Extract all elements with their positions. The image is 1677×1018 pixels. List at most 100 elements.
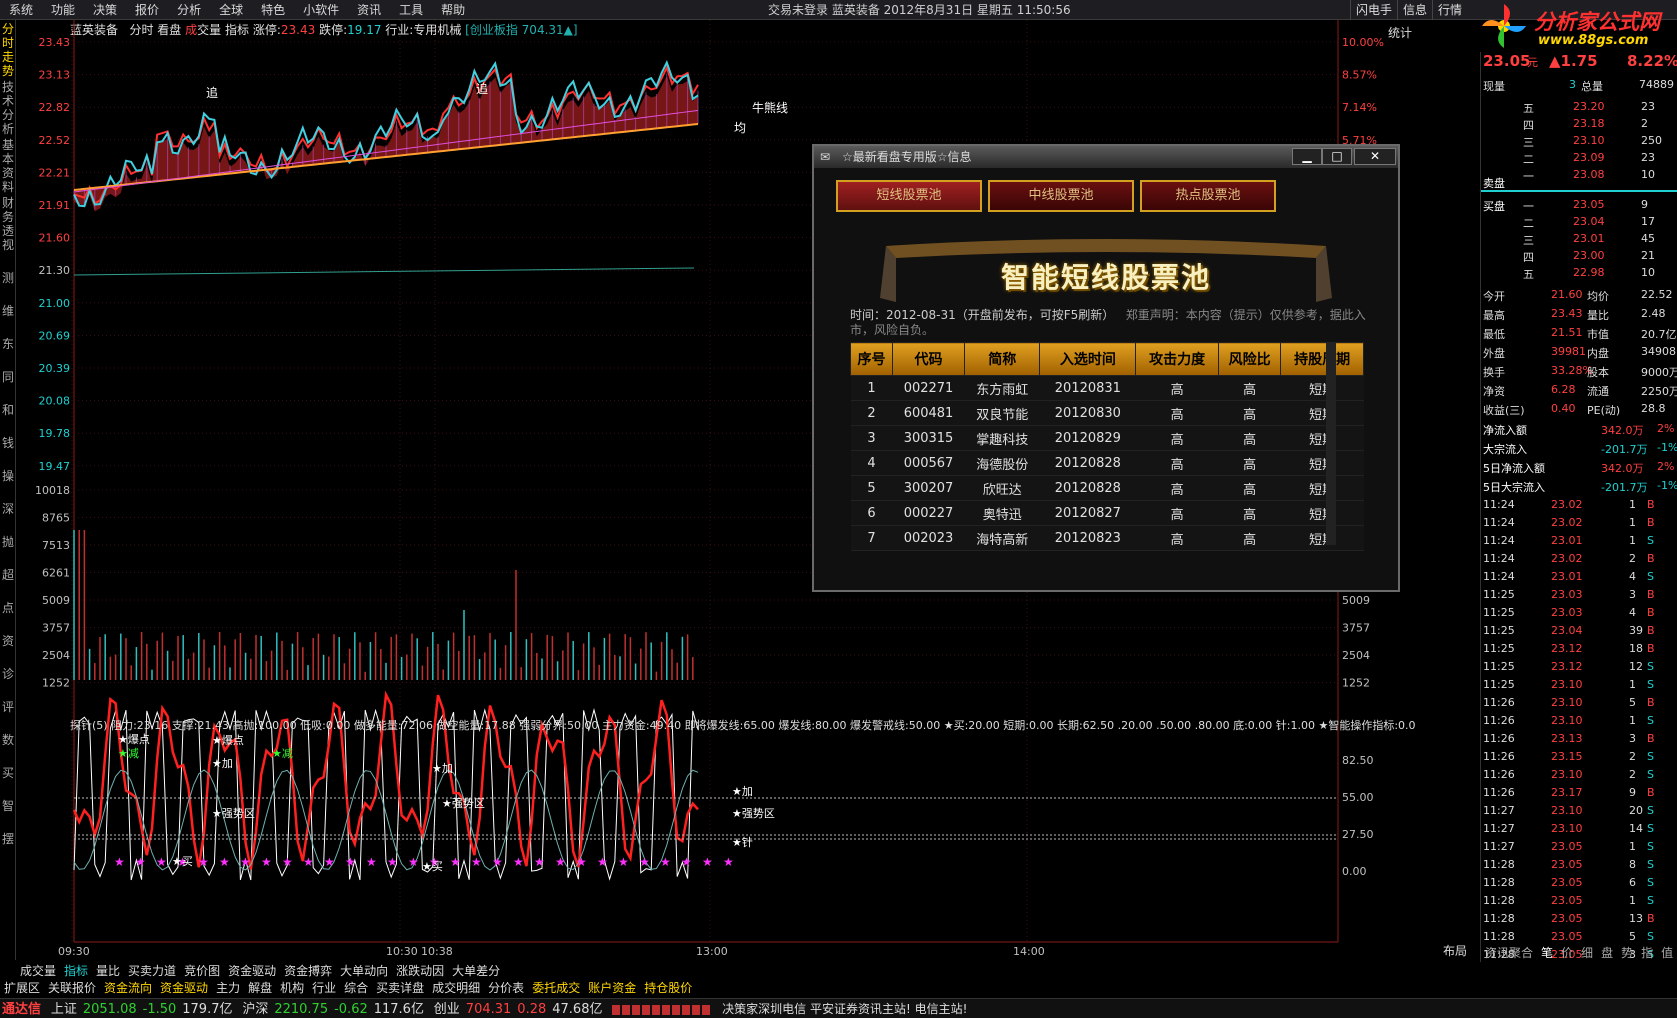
tab-mid-pool[interactable]: 中线股票池	[988, 180, 1134, 212]
left-tab-21[interactable]: 摆	[0, 832, 16, 846]
bid-row-3-c1: 23.00	[1573, 249, 1605, 262]
pool-row[interactable]: 1 002271 东方雨虹 20120831 高高短期	[850, 375, 1364, 401]
ext-tab-1[interactable]: 关联报价	[44, 980, 100, 996]
quote-tab-3[interactable]: 细	[1577, 944, 1597, 961]
pool-row[interactable]: 7 002023 海特高新 20120823 高高短期	[850, 525, 1364, 551]
ext-tab-4[interactable]: 主力	[212, 980, 244, 996]
tick-row-6-c3: B	[1647, 606, 1655, 619]
chart-tab-0[interactable]: 成交量	[16, 963, 60, 979]
menu-item-7[interactable]: 小软件	[294, 0, 348, 20]
left-tab-6[interactable]: 东	[0, 337, 16, 351]
sell-label-row: 卖盘	[1481, 173, 1677, 191]
tick-row-3-c2: 2	[1629, 552, 1636, 565]
pool-row[interactable]: 6 000227 奥特迅 20120827 高高短期	[850, 500, 1364, 526]
top-tabs: 闪电手 信息 行情	[1350, 0, 1467, 20]
pool-row[interactable]: 5 300207 欣旺达 20120828 高高短期	[850, 475, 1364, 501]
quote-tab-1[interactable]: 笔	[1537, 944, 1557, 961]
logo-url: www.88gs.com	[1538, 33, 1649, 48]
pool-row[interactable]: 3 300315 掌趣科技 20120829 高高短期	[850, 425, 1364, 451]
col-header-5[interactable]: 风险比	[1217, 342, 1282, 376]
ask-row-0-c0: 五	[1523, 102, 1534, 115]
left-tab-16[interactable]: 诊	[0, 667, 16, 681]
pool-row[interactable]: 2 600481 双良节能 20120830 高高短期	[850, 400, 1364, 426]
ext-tab-3[interactable]: 资金驱动	[156, 980, 212, 996]
ext-tab-5[interactable]: 解盘	[244, 980, 276, 996]
menu-item-4[interactable]: 分析	[168, 0, 210, 20]
quote-tab-4[interactable]: 盘	[1597, 944, 1617, 961]
ext-tab-6[interactable]: 机构	[276, 980, 308, 996]
tab-short-pool[interactable]: 短线股票池	[836, 180, 982, 212]
ext-tab-7[interactable]: 行业	[308, 980, 340, 996]
left-tab-20[interactable]: 智	[0, 799, 16, 813]
left-tab-11[interactable]: 深	[0, 502, 16, 516]
left-tab-17[interactable]: 评	[0, 700, 16, 714]
chart-tab-2[interactable]: 量比	[92, 963, 124, 979]
left-tab-10[interactable]: 操	[0, 469, 16, 483]
chart-tab-4[interactable]: 竞价图	[180, 963, 224, 979]
menu-item-10[interactable]: 帮助	[432, 0, 474, 20]
col-header-6[interactable]: 持股周期	[1280, 342, 1364, 376]
menu-item-9[interactable]: 工具	[390, 0, 432, 20]
minimize-button[interactable]: ▁	[1292, 148, 1322, 165]
close-button[interactable]: ✕	[1354, 148, 1396, 165]
left-tab-0[interactable]: 分时走势	[0, 22, 16, 78]
left-tab-14[interactable]: 点	[0, 601, 16, 615]
chart-tab-6[interactable]: 资金搏弈	[280, 963, 336, 979]
menu-item-2[interactable]: 决策	[84, 0, 126, 20]
tab-hot-pool[interactable]: 热点股票池	[1140, 180, 1276, 212]
quote-tab-0[interactable]: 资讯聚合	[1481, 944, 1537, 961]
tab-flash-trade[interactable]: 闪电手	[1350, 0, 1397, 20]
left-tab-12[interactable]: 抛	[0, 535, 16, 549]
chart-tab-8[interactable]: 涨跌动因	[392, 963, 448, 979]
left-tab-5[interactable]: 维	[0, 304, 16, 318]
tick-row-23: 11:28 23.05 13 B	[1481, 910, 1677, 928]
ext-tab-11[interactable]: 分价表	[484, 980, 528, 996]
chart-tab-1[interactable]: 指标	[60, 963, 92, 979]
menu-item-5[interactable]: 全球	[210, 0, 252, 20]
tab-quote[interactable]: 行情	[1432, 0, 1467, 20]
quote-tab-2[interactable]: 价	[1557, 944, 1577, 961]
left-tab-18[interactable]: 数	[0, 733, 16, 747]
ext-tab-10[interactable]: 成交明细	[428, 980, 484, 996]
col-header-2[interactable]: 简称	[963, 342, 1041, 376]
quote-tab-5[interactable]: 势	[1617, 944, 1637, 961]
chart-tab-7[interactable]: 大单动向	[336, 963, 392, 979]
left-tab-7[interactable]: 同	[0, 370, 16, 384]
ext-tab-12[interactable]: 委托成交	[528, 980, 584, 996]
ext-tab-8[interactable]: 综合	[340, 980, 372, 996]
table-scrollbar[interactable]	[1326, 342, 1336, 545]
chart-tab-3[interactable]: 买卖力道	[124, 963, 180, 979]
left-tab-1[interactable]: 技术分析	[0, 80, 16, 136]
ext-tab-2[interactable]: 资金流向	[100, 980, 156, 996]
left-tab-8[interactable]: 和	[0, 403, 16, 417]
left-tab-19[interactable]: 买	[0, 766, 16, 780]
ext-tab-0[interactable]: 扩展区	[0, 980, 44, 996]
left-tab-13[interactable]: 超	[0, 568, 16, 582]
flow-row-3-c1: -201.7万	[1601, 481, 1648, 494]
maximize-button[interactable]: □	[1322, 148, 1352, 165]
ext-tab-14[interactable]: 持仓股价	[640, 980, 696, 996]
menu-item-1[interactable]: 功能	[42, 0, 84, 20]
layout-button[interactable]: 布局	[1443, 942, 1467, 959]
col-header-4[interactable]: 攻击力度	[1135, 342, 1219, 376]
menu-item-8[interactable]: 资讯	[348, 0, 390, 20]
quote-tab-6[interactable]: 指	[1637, 944, 1657, 961]
quote-tab-7[interactable]: 值	[1657, 944, 1677, 961]
ext-tab-13[interactable]: 账户资金	[584, 980, 640, 996]
ext-tab-9[interactable]: 买卖详盘	[372, 980, 428, 996]
pool-row[interactable]: 4 000567 海德股份 20120828 高高短期	[850, 450, 1364, 476]
menu-item-0[interactable]: 系统	[0, 0, 42, 20]
tab-info[interactable]: 信息	[1397, 0, 1432, 20]
left-tab-3[interactable]: 财务透视	[0, 196, 16, 252]
left-tab-9[interactable]: 钱	[0, 436, 16, 450]
col-header-1[interactable]: 代码	[892, 342, 965, 376]
left-tab-15[interactable]: 资	[0, 634, 16, 648]
chart-tab-9[interactable]: 大单差分	[448, 963, 504, 979]
left-tab-4[interactable]: 测	[0, 271, 16, 285]
col-header-3[interactable]: 入选时间	[1039, 342, 1137, 376]
col-header-0[interactable]: 序号	[850, 342, 894, 376]
chart-tab-5[interactable]: 资金驱动	[224, 963, 280, 979]
menu-item-3[interactable]: 报价	[126, 0, 168, 20]
left-tab-2[interactable]: 基本资料	[0, 138, 16, 194]
menu-item-6[interactable]: 特色	[252, 0, 294, 20]
